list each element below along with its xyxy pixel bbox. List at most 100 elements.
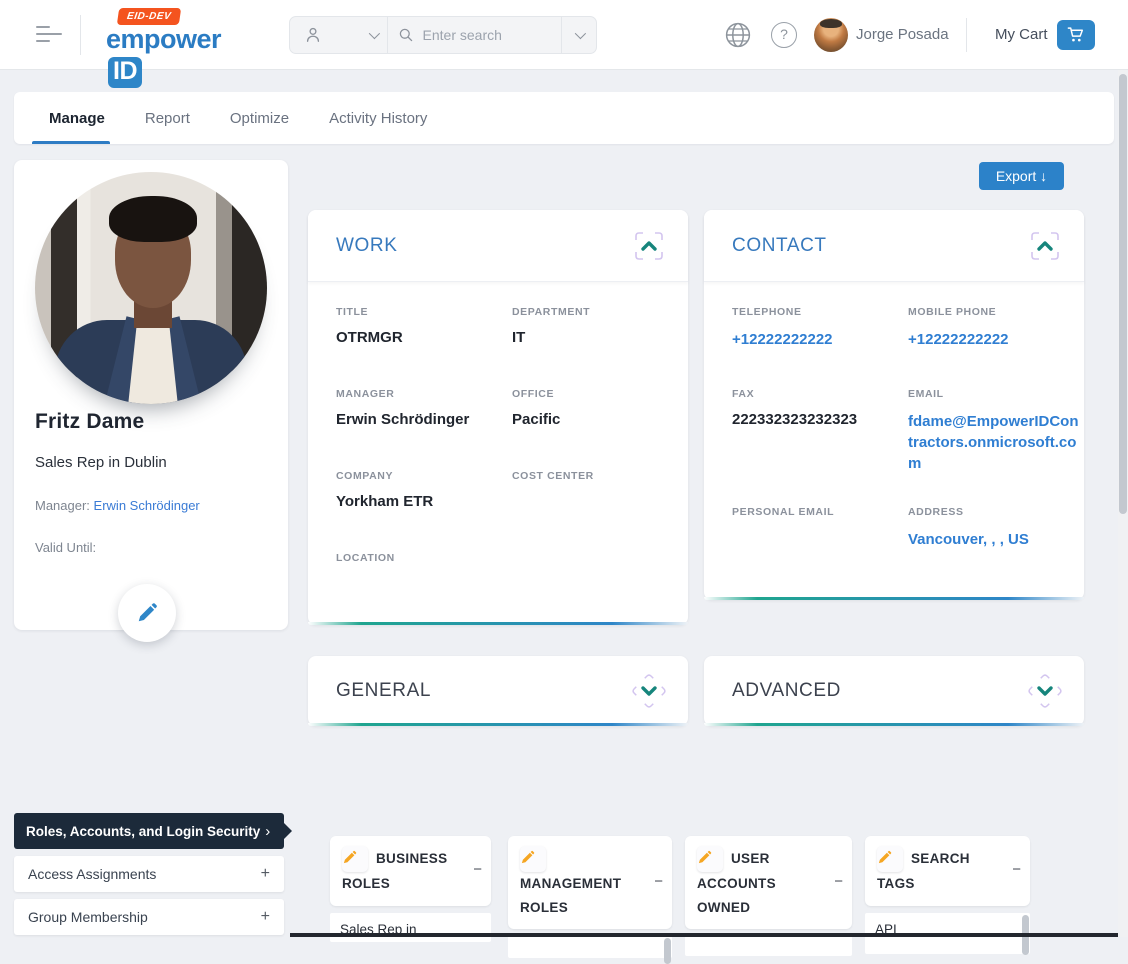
panel-gradient-edge	[704, 597, 1084, 600]
tab-manage[interactable]: Manage	[49, 110, 105, 127]
work-collapse-button[interactable]	[632, 229, 666, 263]
field-location: LOCATION	[336, 552, 504, 602]
brand-id-box: ID	[108, 57, 142, 88]
corner-brackets-icon	[1032, 233, 1058, 259]
profile-card: Fritz Dame Sales Rep in Dublin Manager: …	[14, 160, 288, 630]
field-company: COMPANYYorkham ETR	[336, 470, 504, 520]
nav-roles-accounts-login-security[interactable]: Roles, Accounts, and Login Security ›	[14, 813, 284, 849]
chevron-down-icon	[1039, 688, 1051, 694]
collapse-minus-icon[interactable]: −	[1012, 861, 1021, 878]
globe-icon[interactable]	[725, 22, 751, 48]
contact-panel: CONTACT TELEPHONE+12222222222 MOBILE PHO…	[704, 210, 1084, 600]
section-tabs: Manage Report Optimize Activity History	[14, 92, 1114, 144]
chevron-up-icon	[1039, 243, 1051, 249]
edit-profile-button[interactable]	[118, 584, 176, 642]
user-accounts-owned-list	[685, 936, 852, 956]
valid-until-label: Valid Until:	[35, 540, 96, 555]
contact-panel-title: CONTACT	[732, 235, 827, 257]
field-department: DEPARTMENTIT	[512, 306, 680, 356]
tab-report[interactable]: Report	[145, 110, 190, 127]
app-header: EID-DEV empowerID ?	[0, 0, 1128, 70]
plus-icon: +	[261, 865, 270, 883]
collapse-minus-icon[interactable]: −	[473, 861, 482, 878]
pencil-icon	[342, 850, 357, 865]
field-cost-center: COST CENTER	[512, 470, 680, 520]
field-mobile-phone: MOBILE PHONE+12222222222	[908, 306, 1076, 356]
user-accounts-owned-panel: USER ACCOUNTS OWNED −	[685, 836, 852, 956]
edit-pencil-button[interactable]	[697, 846, 723, 872]
group-membership-label: Group Membership	[28, 909, 148, 925]
contact-collapse-button[interactable]	[1028, 229, 1062, 263]
edit-pencil-button[interactable]	[342, 846, 368, 872]
cart-icon	[1067, 27, 1085, 43]
profile-name: Fritz Dame	[35, 410, 144, 434]
nav-group-membership[interactable]: Group Membership +	[14, 899, 284, 935]
chevron-down-icon	[574, 28, 585, 39]
manager-link[interactable]: Erwin Schrödinger	[94, 498, 200, 513]
telephone-link[interactable]: +12222222222	[732, 329, 904, 350]
pencil-icon	[877, 850, 892, 865]
plus-icon: +	[261, 908, 270, 926]
person-icon	[304, 26, 322, 44]
search-input[interactable]	[423, 27, 553, 43]
nav-access-assignments[interactable]: Access Assignments +	[14, 856, 284, 892]
edit-pencil-button[interactable]	[877, 846, 903, 872]
field-fax: FAX222332323232323	[732, 388, 900, 474]
menu-icon[interactable]	[36, 26, 62, 42]
corner-brackets-icon	[636, 233, 662, 259]
business-roles-list: Sales Rep in	[330, 913, 491, 942]
global-search	[289, 16, 597, 54]
profile-role: Sales Rep in Dublin	[35, 454, 167, 471]
general-panel-title: GENERAL	[336, 680, 431, 702]
help-glyph: ?	[780, 26, 788, 42]
caret-right-icon: ›	[265, 823, 270, 840]
brand-text: empowerID	[106, 24, 256, 88]
work-panel-title: WORK	[336, 235, 398, 257]
advanced-panel: ADVANCED	[704, 656, 1084, 726]
export-button[interactable]: Export ↓	[979, 162, 1064, 190]
search-options-dropdown[interactable]	[561, 26, 596, 44]
pencil-icon	[520, 850, 535, 865]
tab-optimize[interactable]: Optimize	[230, 110, 289, 127]
panel-gradient-edge	[308, 622, 688, 625]
collapse-minus-icon[interactable]: −	[654, 873, 663, 890]
header-divider	[80, 15, 81, 55]
advanced-expand-button[interactable]	[1028, 674, 1062, 708]
empowerid-logo[interactable]: EID-DEV empowerID	[106, 6, 256, 64]
pencil-icon	[697, 850, 712, 865]
eid-dev-badge: EID-DEV	[117, 8, 181, 25]
chevron-down-icon	[643, 688, 655, 694]
edit-pencil-button[interactable]	[520, 846, 546, 872]
tab-activity-history[interactable]: Activity History	[329, 110, 427, 127]
search-icon	[398, 27, 414, 43]
corner-brackets-icon	[1028, 674, 1062, 708]
address-link[interactable]: Vancouver, , , US	[908, 529, 1080, 550]
corner-brackets-icon	[632, 674, 666, 708]
collapse-minus-icon[interactable]: −	[834, 873, 843, 890]
mobile-phone-link[interactable]: +12222222222	[908, 329, 1080, 350]
business-roles-panel: BUSINESS ROLES − Sales Rep in	[330, 836, 491, 942]
management-roles-list	[508, 936, 672, 958]
access-assignments-label: Access Assignments	[28, 866, 156, 882]
active-tab-indicator	[32, 141, 110, 144]
work-panel: WORK TITLEOTRMGR DEPARTMENTIT MANAGERErw…	[308, 210, 688, 625]
search-scope-dropdown[interactable]	[290, 26, 387, 44]
chevron-down-icon	[368, 28, 379, 39]
field-telephone: TELEPHONE+12222222222	[732, 306, 900, 356]
my-cart-label[interactable]: My Cart	[995, 26, 1048, 43]
cart-button[interactable]	[1057, 20, 1095, 50]
security-nav-label: Roles, Accounts, and Login Security	[26, 824, 260, 839]
download-arrow-icon: ↓	[1040, 168, 1047, 184]
email-link[interactable]: fdame@EmpowerIDContractors.onmicrosoft.c…	[908, 411, 1080, 474]
chevron-up-icon	[643, 243, 655, 249]
user-name[interactable]: Jorge Posada	[856, 26, 949, 43]
panel-gradient-edge	[308, 723, 688, 726]
help-icon[interactable]: ?	[771, 22, 797, 48]
page-scrollbar-thumb[interactable]	[1119, 74, 1127, 514]
pencil-icon	[136, 602, 158, 624]
user-avatar[interactable]	[814, 18, 848, 52]
field-manager: MANAGERErwin Schrödinger	[336, 388, 504, 438]
advanced-panel-title: ADVANCED	[732, 680, 841, 702]
panel-scrollbar[interactable]	[664, 938, 671, 964]
general-expand-button[interactable]	[632, 674, 666, 708]
